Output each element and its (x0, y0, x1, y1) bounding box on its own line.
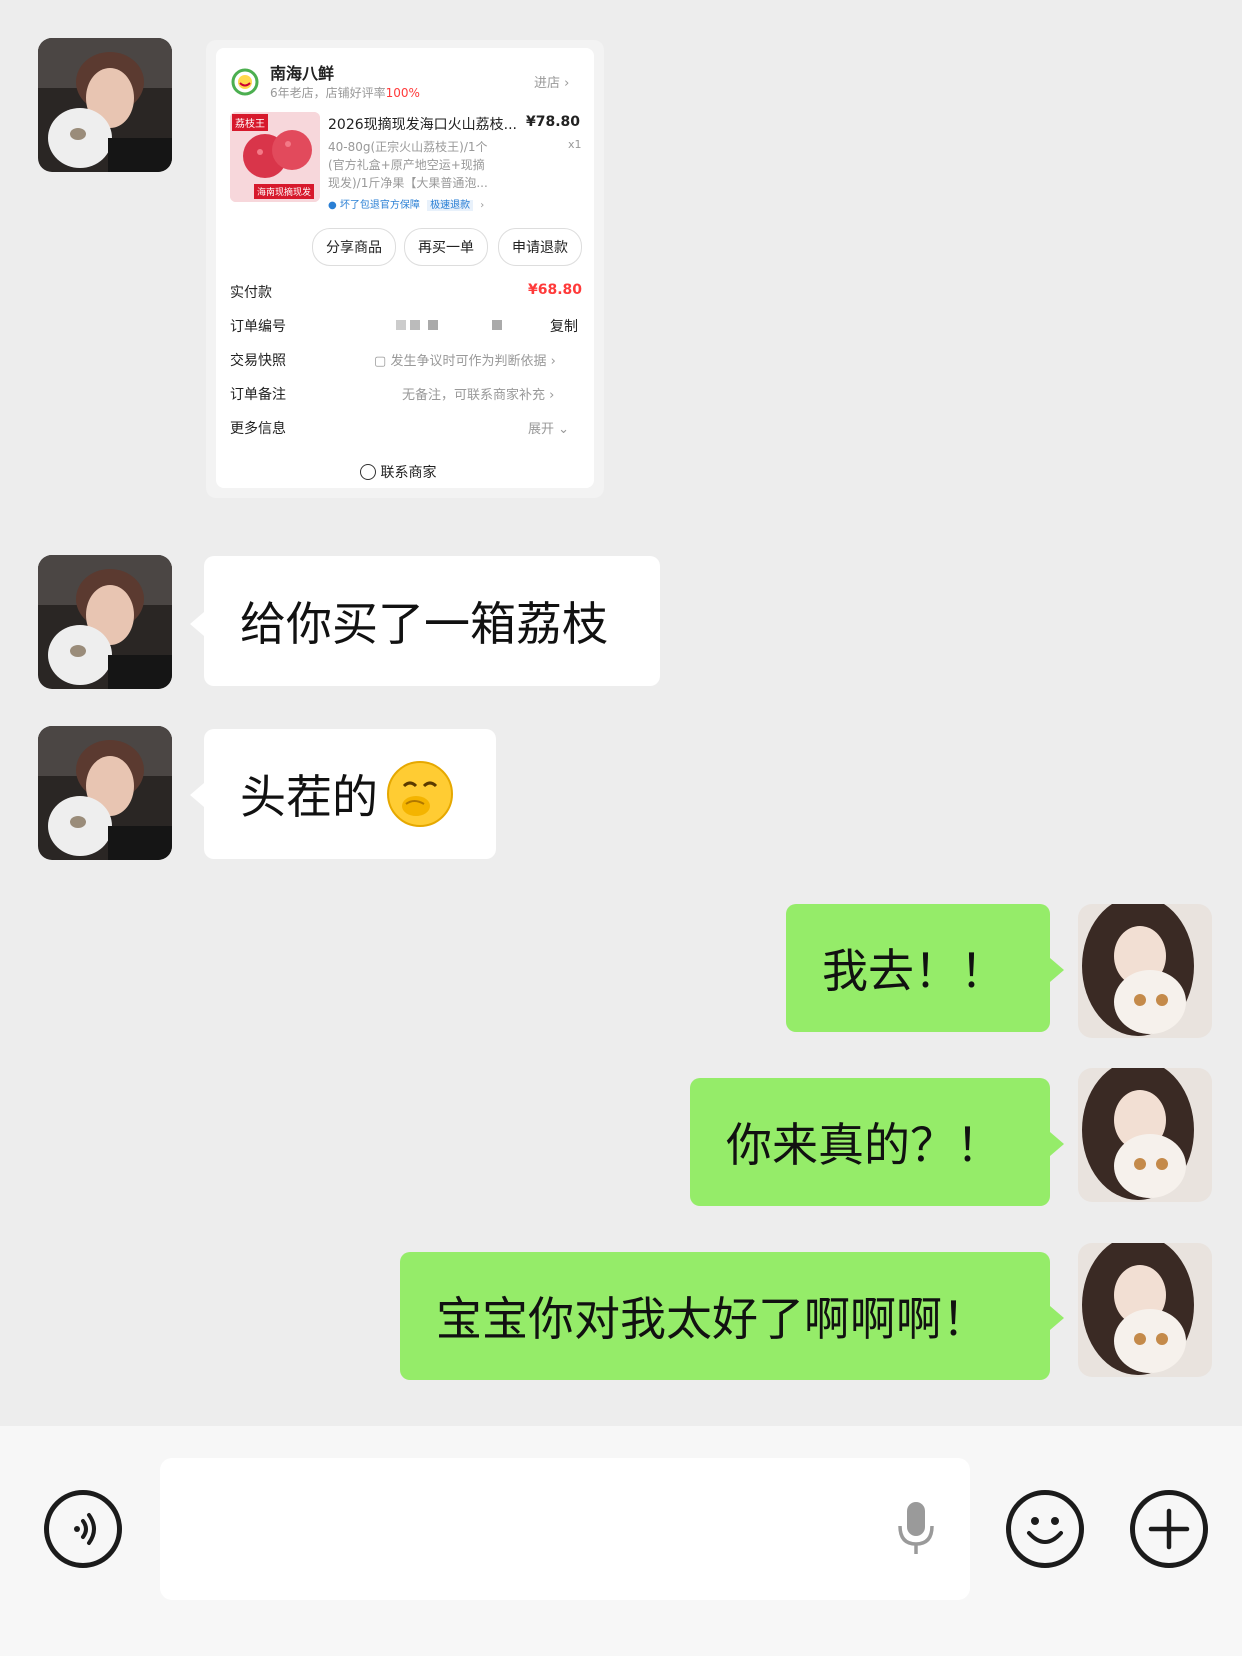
refund-button[interactable]: 申请退款 (498, 228, 582, 266)
chat-icon (360, 464, 376, 480)
message-input[interactable] (160, 1458, 970, 1600)
contact-avatar[interactable] (38, 555, 172, 689)
expand-toggle[interactable]: 展开 ⌄ (528, 418, 569, 437)
message-text: 你来真的？！ (726, 1118, 1002, 1172)
voice-icon[interactable] (44, 1490, 122, 1568)
product-price: ¥78.80 (526, 114, 581, 130)
snapshot-icon: ▢ (374, 354, 387, 369)
copy-button[interactable]: 复制 (550, 316, 578, 336)
product-qty: x1 (568, 138, 582, 151)
more-info-label: 更多信息 (230, 421, 286, 437)
product-title[interactable]: 2026现摘现发海口火山荔枝... (328, 114, 517, 134)
mic-icon[interactable] (892, 1498, 940, 1560)
order-number-masked (396, 320, 516, 330)
paid-label: 实付款 (230, 285, 272, 301)
sent-message[interactable]: 我去！！ (786, 904, 1050, 1032)
shop-name[interactable]: 南海八鲜 (270, 60, 334, 84)
product-thumbnail[interactable]: 荔枝王 海南现摘现发 (230, 112, 320, 202)
self-avatar[interactable] (1078, 904, 1212, 1038)
remark-label: 订单备注 (230, 387, 286, 403)
order-card[interactable]: 南海八鲜 6年老店，店铺好评率100% 进店 › 荔枝王 海南现摘现发 2026… (216, 48, 594, 488)
received-message[interactable]: 给你买了一箱荔枝 (204, 556, 660, 686)
message-text: 宝宝你对我太好了啊啊啊！ (436, 1292, 988, 1346)
rebuy-button[interactable]: 再买一单 (404, 228, 488, 266)
shop-logo-icon (230, 66, 260, 96)
enter-shop-link[interactable]: 进店 › (534, 72, 569, 91)
contact-avatar[interactable] (38, 38, 172, 172)
thumb-label-top: 荔枝王 (232, 114, 268, 131)
bubble-tail (1050, 1132, 1064, 1156)
snapshot-link[interactable]: ▢ 发生争议时可作为判断依据 › (374, 350, 556, 369)
contact-avatar[interactable] (38, 726, 172, 860)
product-spec: 40-80g(正宗火山荔枝王)/1个 (328, 140, 488, 154)
bubble-tail (190, 612, 204, 636)
emoji-icon[interactable] (1006, 1490, 1084, 1568)
self-avatar[interactable] (1078, 1068, 1212, 1202)
bubble-tail (190, 783, 204, 807)
remark-link[interactable]: 无备注，可联系商家补充 › (402, 384, 554, 403)
shield-icon: ● (328, 200, 337, 211)
contact-merchant-button[interactable]: 联系商家 (360, 462, 436, 482)
sent-message[interactable]: 你来真的？！ (690, 1078, 1050, 1206)
chevron-right-icon: › (480, 200, 485, 211)
share-product-button[interactable]: 分享商品 (312, 228, 396, 266)
order-card-message[interactable]: 南海八鲜 6年老店，店铺好评率100% 进店 › 荔枝王 海南现摘现发 2026… (206, 40, 604, 498)
thumb-label-bottom: 海南现摘现发 (254, 184, 315, 199)
snapshot-label: 交易快照 (230, 353, 286, 369)
received-message[interactable]: 头茬的 (204, 729, 496, 859)
shop-meta: 6年老店，店铺好评率100% (270, 86, 420, 100)
message-text: 我去！！ (822, 944, 1006, 998)
self-avatar[interactable] (1078, 1243, 1212, 1377)
bubble-tail (1050, 1306, 1064, 1330)
chat-input-bar (0, 1426, 1242, 1656)
message-text: 给你买了一箱荔枝 (240, 597, 608, 651)
sent-message[interactable]: 宝宝你对我太好了啊啊啊！ (400, 1252, 1050, 1380)
product-spec: 现发)/1斤净果【大果普通泡... (328, 176, 488, 190)
bubble-tail (1050, 958, 1064, 982)
paid-value: ¥68.80 (528, 282, 583, 298)
guarantee-badge: ● 坏了包退官方保障 极速退款 › (328, 200, 485, 211)
message-text: 头茬的 (240, 770, 378, 824)
shop-rating: 100% (385, 86, 420, 100)
emoji-peek-icon (384, 758, 456, 830)
plus-icon[interactable] (1130, 1490, 1208, 1568)
product-spec: (官方礼盒+原产地空运+现摘 (328, 158, 485, 172)
order-number-label: 订单编号 (230, 319, 286, 335)
